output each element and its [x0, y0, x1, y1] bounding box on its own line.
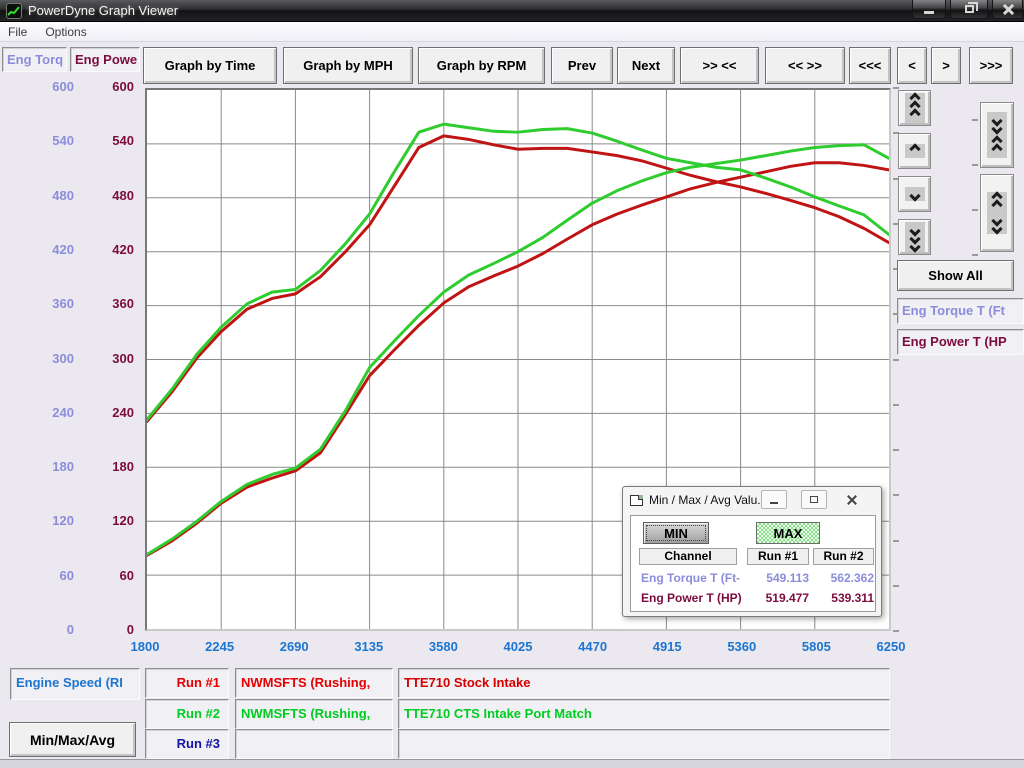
title-bar: PowerDyne Graph Viewer — [0, 0, 1024, 22]
graph-by-time-button[interactable]: Graph by Time — [143, 47, 277, 84]
run2-description-field: TTE710 CTS Intake Port Match — [398, 699, 890, 729]
run2-label: Run #2 — [145, 699, 229, 729]
run1-operator-field: NWMSFTS (Rushing, — [235, 668, 393, 698]
pan-up-fast-button[interactable] — [898, 90, 931, 126]
app-icon — [6, 3, 22, 19]
close-button[interactable] — [992, 0, 1023, 19]
minimize-icon — [924, 11, 934, 14]
rpm-tick: 4915 — [637, 639, 697, 654]
pan-down-fast-button[interactable] — [898, 219, 931, 255]
minmax-torque-run1-value: 549.113 — [747, 571, 809, 585]
scroll-right-button[interactable]: > — [931, 47, 961, 84]
power-tick: 240 — [62, 405, 134, 420]
column-header-channel: Channel — [639, 548, 737, 565]
menu-options[interactable]: Options — [45, 25, 86, 39]
restore-button[interactable] — [950, 0, 988, 19]
triple-chevron-up-icon — [905, 93, 925, 123]
legend-eng-power: Eng Power T (HP — [897, 329, 1024, 355]
triple-chevron-down-icon — [905, 222, 925, 252]
pan-down-button[interactable] — [898, 176, 931, 212]
status-strip — [0, 759, 1024, 768]
minmax-row-torque-channel: Eng Torque T (Ft- — [641, 571, 740, 585]
rpm-tick: 5360 — [712, 639, 772, 654]
rpm-tick: 3135 — [339, 639, 399, 654]
minmax-row-power-channel: Eng Power T (HP) — [641, 591, 742, 605]
zoom-in-x-button[interactable]: >> << — [680, 47, 759, 84]
x-axis-channel-label: Engine Speed (RI — [10, 668, 140, 700]
minmax-window: Min / Max / Avg Valu... MIN MAX Channel … — [622, 486, 882, 617]
minmax-torque-run2-value: 562.362 — [812, 571, 874, 585]
rpm-tick: 5805 — [786, 639, 846, 654]
zoom-in-y-button[interactable] — [980, 102, 1014, 168]
close-icon — [1002, 4, 1014, 15]
minmax-close-button[interactable] — [839, 490, 865, 509]
power-tick: 540 — [62, 133, 134, 148]
column-header-run2: Run #2 — [813, 548, 874, 565]
power-tick: 420 — [62, 242, 134, 257]
rpm-tick: 2690 — [264, 639, 324, 654]
power-tick: 60 — [62, 568, 134, 583]
rpm-tick: 3580 — [413, 639, 473, 654]
legend-eng-torque: Eng Torque T (Ft — [897, 298, 1024, 324]
minimize-button[interactable] — [912, 0, 946, 19]
scroll-left-fast-button[interactable]: <<< — [849, 47, 891, 84]
power-tick: 360 — [62, 296, 134, 311]
run2-operator-field: NWMSFTS (Rushing, — [235, 699, 393, 729]
power-tick: 120 — [62, 513, 134, 528]
graph-by-mph-button[interactable]: Graph by MPH — [283, 47, 413, 84]
minmax-power-run1-value: 519.477 — [747, 591, 809, 605]
minimize-icon — [770, 502, 778, 504]
rpm-tick: 2245 — [190, 639, 250, 654]
rpm-tick: 1800 — [115, 639, 175, 654]
next-button[interactable]: Next — [617, 47, 675, 84]
run1-label: Run #1 — [145, 668, 229, 698]
run3-operator-field — [235, 729, 393, 759]
scroll-left-button[interactable]: < — [897, 47, 927, 84]
power-tick: 0 — [62, 622, 134, 637]
window-title: PowerDyne Graph Viewer — [28, 0, 178, 22]
chevron-down-icon — [905, 187, 925, 201]
run3-description-field — [398, 729, 890, 759]
zoom-out-y-button[interactable] — [980, 174, 1014, 252]
menu-bar: File Options — [0, 22, 1024, 42]
rpm-tick: 4025 — [488, 639, 548, 654]
power-tick: 600 — [62, 79, 134, 94]
restore-icon — [965, 5, 974, 13]
pan-up-button[interactable] — [898, 133, 931, 169]
menu-file[interactable]: File — [8, 25, 27, 39]
rpm-tick: 6250 — [861, 639, 921, 654]
minmax-window-icon — [630, 495, 643, 506]
run3-label: Run #3 — [145, 729, 229, 759]
minmax-power-run2-value: 539.311 — [812, 591, 874, 605]
max-toggle-button[interactable]: MAX — [756, 522, 820, 544]
restore-icon — [810, 496, 818, 503]
chevrons-outward-icon — [987, 192, 1007, 234]
zoom-out-x-button[interactable]: << >> — [765, 47, 845, 84]
run1-description-field: TTE710 Stock Intake — [398, 668, 890, 698]
graph-by-rpm-button[interactable]: Graph by RPM — [418, 47, 545, 84]
show-all-button[interactable]: Show All — [897, 260, 1014, 291]
power-tick: 480 — [62, 188, 134, 203]
minmax-window-title: Min / Max / Avg Valu... — [649, 493, 767, 507]
column-header-run1: Run #1 — [747, 548, 809, 565]
tab-eng-torque[interactable]: Eng Torq — [2, 47, 67, 72]
rpm-tick: 4470 — [563, 639, 623, 654]
minmax-body: MIN MAX Channel Run #1 Run #2 Eng Torque… — [630, 515, 876, 612]
tab-eng-power[interactable]: Eng Powe — [70, 47, 140, 72]
chevron-up-icon — [905, 144, 925, 158]
power-tick: 300 — [62, 351, 134, 366]
power-tick: 180 — [62, 459, 134, 474]
minmax-restore-button[interactable] — [801, 490, 827, 509]
min-max-avg-button[interactable]: Min/Max/Avg — [9, 722, 136, 757]
chevrons-inward-icon — [987, 112, 1007, 158]
min-toggle-button[interactable]: MIN — [643, 522, 709, 544]
minmax-minimize-button[interactable] — [761, 490, 787, 509]
close-icon — [847, 495, 857, 505]
scroll-right-fast-button[interactable]: >>> — [969, 47, 1013, 84]
prev-button[interactable]: Prev — [551, 47, 613, 84]
